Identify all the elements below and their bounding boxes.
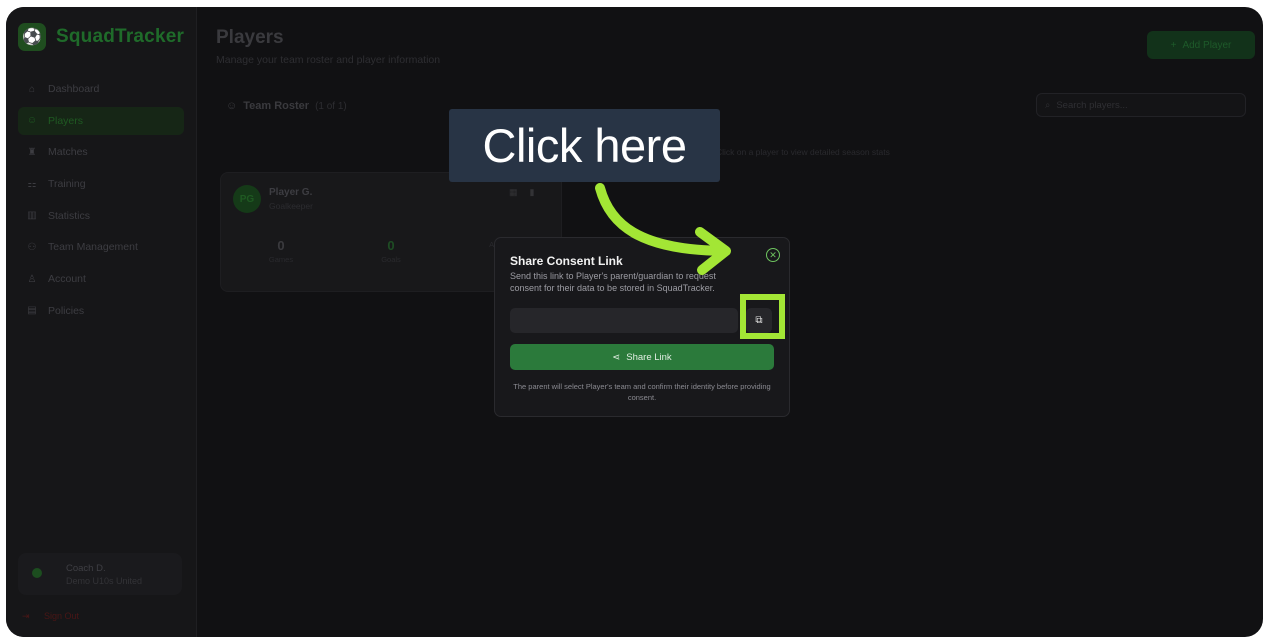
sidebar-item-label: Policies — [48, 304, 85, 317]
home-icon: ⌂ — [28, 83, 36, 95]
modal-description: Send this link to Player's parent/guardi… — [510, 271, 716, 293]
player-actions: ▦▮ — [509, 187, 546, 198]
training-icon: ⚏ — [27, 178, 37, 190]
sidebar: ⚽ SquadTracker ⌂ Dashboard ☺ Players ♜ M… — [6, 7, 197, 637]
avatar: PG — [233, 185, 261, 213]
modal-footer-note: The parent will select Player's team and… — [513, 382, 771, 402]
trophy-icon: ♜ — [27, 146, 37, 158]
plus-icon: + — [1170, 39, 1177, 51]
search-icon: ⌕ — [1045, 99, 1051, 111]
user-icon: ♙ — [27, 273, 37, 285]
sidebar-item-account[interactable]: ♙ Account — [18, 265, 184, 293]
stat-label: Games — [268, 255, 294, 264]
roster-count: (1 of 1) — [315, 100, 347, 112]
copy-button-highlight — [740, 294, 785, 339]
search-placeholder: Search players... — [1056, 99, 1128, 111]
users-icon: ☺ — [226, 100, 238, 112]
player-name: Player G. — [269, 187, 313, 198]
stat-games: 0 Games — [251, 238, 311, 264]
consent-link-field[interactable] — [510, 308, 738, 333]
roster-header: ☺ Team Roster (1 of 1) — [226, 100, 347, 112]
share-link-button[interactable]: ⋖ Share Link — [510, 344, 774, 370]
roster-hint: Click on a player to view detailed seaso… — [716, 147, 890, 157]
sidebar-nav: ⌂ Dashboard ☺ Players ♜ Matches ⚏ Traini… — [18, 75, 184, 329]
sidebar-item-training[interactable]: ⚏ Training — [18, 170, 184, 198]
stat-value: 0 — [277, 238, 285, 253]
user-team: Demo U10s United — [66, 576, 143, 586]
search-input[interactable]: ⌕ Search players... — [1036, 93, 1246, 117]
add-player-label: Add Player — [1182, 39, 1232, 51]
roster-title: Team Roster — [243, 100, 310, 112]
sidebar-item-team-management[interactable]: ⚇ Team Management — [18, 233, 184, 261]
modal-title: Share Consent Link — [510, 254, 623, 268]
sidebar-item-label: Dashboard — [48, 83, 100, 95]
sidebar-item-label: Training — [48, 178, 86, 191]
stat-goals: 0 Goals — [361, 238, 421, 264]
sidebar-item-label: Players — [48, 114, 84, 127]
delete-icon[interactable]: ▮ — [530, 187, 547, 197]
user-profile-card[interactable]: Coach D. Demo U10s United — [18, 553, 182, 595]
sidebar-item-policies[interactable]: ▤ Policies — [18, 297, 184, 325]
page-subtitle: Manage your team roster and player infor… — [216, 54, 441, 66]
sign-out-button[interactable]: Sign Out — [44, 611, 79, 621]
document-icon: ▤ — [27, 305, 37, 317]
close-icon[interactable]: ✕ — [766, 248, 780, 262]
sidebar-item-label: Account — [48, 273, 86, 286]
brand[interactable]: ⚽ SquadTracker — [18, 23, 184, 51]
avatar — [32, 568, 42, 578]
player-position: Goalkeeper — [269, 201, 313, 211]
edit-icon[interactable]: ▦ — [509, 187, 530, 197]
soccer-ball-icon: ⚽ — [18, 23, 46, 51]
user-name: Coach D. — [66, 563, 106, 574]
sidebar-item-matches[interactable]: ♜ Matches — [18, 138, 184, 166]
add-player-button[interactable]: + Add Player — [1147, 31, 1255, 59]
team-icon: ⚇ — [27, 241, 37, 253]
sign-out-icon: ⇥ — [22, 611, 30, 621]
stat-value: 0 — [387, 238, 395, 253]
stat-label: Goals — [381, 255, 401, 264]
chart-icon: ▥ — [27, 210, 37, 222]
share-link-label: Share Link — [626, 351, 672, 363]
sidebar-item-dashboard[interactable]: ⌂ Dashboard — [18, 75, 184, 103]
page-title: Players — [216, 27, 284, 48]
sidebar-item-statistics[interactable]: ▥ Statistics — [18, 202, 184, 230]
sidebar-item-label: Matches — [48, 146, 88, 159]
brand-name: SquadTracker — [56, 26, 185, 47]
sidebar-item-label: Team Management — [48, 241, 138, 254]
click-here-callout: Click here — [449, 109, 720, 182]
users-icon: ☺ — [26, 115, 38, 127]
sidebar-item-players[interactable]: ☺ Players — [18, 106, 184, 135]
sidebar-item-label: Statistics — [48, 209, 91, 222]
share-icon: ⋖ — [612, 351, 621, 363]
